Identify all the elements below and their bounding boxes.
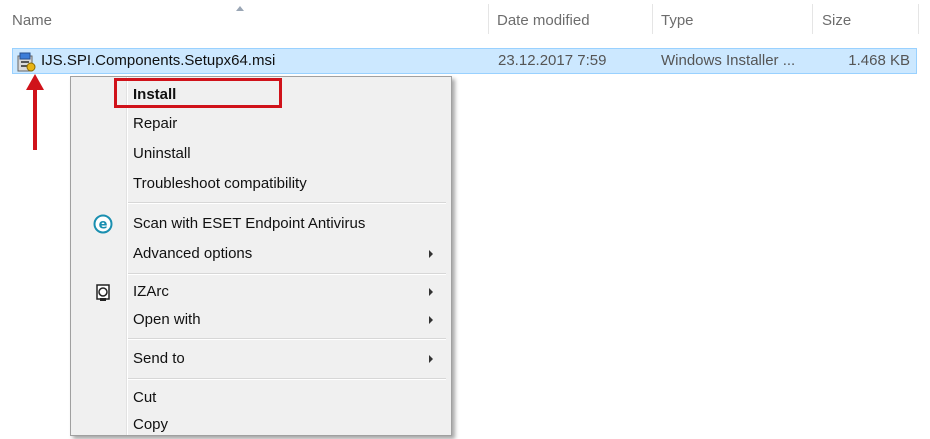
file-type: Windows Installer ... bbox=[661, 52, 796, 69]
submenu-arrow-icon bbox=[429, 355, 433, 363]
submenu-arrow-icon bbox=[429, 316, 433, 324]
menu-item-scan-eset[interactable]: e Scan with ESET Endpoint Antivirus bbox=[73, 210, 449, 238]
file-size: 1.468 KB bbox=[848, 52, 910, 69]
column-name[interactable]: Name bbox=[12, 0, 52, 42]
izarc-icon bbox=[96, 284, 110, 301]
submenu-arrow-icon bbox=[429, 250, 433, 258]
menu-item-uninstall[interactable]: Uninstall bbox=[73, 140, 449, 168]
menu-item-label: Troubleshoot compatibility bbox=[133, 175, 307, 192]
menu-item-label: Cut bbox=[133, 389, 157, 406]
sort-ascending-icon bbox=[236, 6, 244, 11]
menu-item-cut[interactable]: Cut bbox=[73, 384, 449, 412]
file-name: IJS.SPI.Components.Setupx64.msi bbox=[41, 52, 276, 69]
red-arrow-annotation bbox=[26, 74, 44, 150]
menu-item-label: Open with bbox=[133, 311, 201, 328]
menu-item-label: Uninstall bbox=[133, 145, 191, 162]
svg-text:e: e bbox=[99, 218, 108, 233]
column-type[interactable]: Type bbox=[661, 0, 694, 42]
menu-item-izarc[interactable]: IZArc bbox=[73, 278, 449, 306]
msi-installer-icon bbox=[17, 52, 36, 72]
file-row[interactable]: IJS.SPI.Components.Setupx64.msi 23.12.20… bbox=[12, 48, 917, 74]
column-date-modified[interactable]: Date modified bbox=[497, 0, 590, 42]
menu-item-label: Repair bbox=[133, 115, 178, 132]
menu-item-label: Send to bbox=[133, 350, 185, 367]
menu-item-copy[interactable]: Copy bbox=[73, 411, 449, 439]
menu-item-repair[interactable]: Repair bbox=[73, 110, 449, 138]
context-menu: Install Repair Uninstall Troubleshoot co… bbox=[70, 76, 452, 436]
menu-separator bbox=[128, 378, 446, 380]
column-size[interactable]: Size bbox=[822, 0, 851, 42]
menu-item-troubleshoot-compatibility[interactable]: Troubleshoot compatibility bbox=[73, 170, 449, 198]
menu-item-label: Advanced options bbox=[133, 245, 253, 262]
menu-separator bbox=[128, 338, 446, 340]
column-header: Name Date modified Type Size bbox=[0, 0, 930, 42]
column-divider[interactable] bbox=[652, 4, 653, 34]
eset-icon: e bbox=[93, 214, 113, 234]
install-highlight-annotation bbox=[114, 78, 282, 108]
menu-separator bbox=[128, 273, 446, 275]
menu-item-label: Copy bbox=[133, 416, 169, 433]
file-date-modified: 23.12.2017 7:59 bbox=[498, 52, 607, 69]
column-divider[interactable] bbox=[812, 4, 813, 34]
menu-item-open-with[interactable]: Open with bbox=[73, 306, 449, 334]
column-divider[interactable] bbox=[488, 4, 489, 34]
submenu-arrow-icon bbox=[429, 288, 433, 296]
menu-item-label: IZArc bbox=[133, 283, 169, 300]
menu-item-send-to[interactable]: Send to bbox=[73, 345, 449, 373]
menu-item-label: Scan with ESET Endpoint Antivirus bbox=[133, 215, 366, 232]
column-divider[interactable] bbox=[918, 4, 919, 34]
menu-separator bbox=[128, 202, 446, 204]
menu-item-advanced-options[interactable]: Advanced options bbox=[73, 240, 449, 268]
